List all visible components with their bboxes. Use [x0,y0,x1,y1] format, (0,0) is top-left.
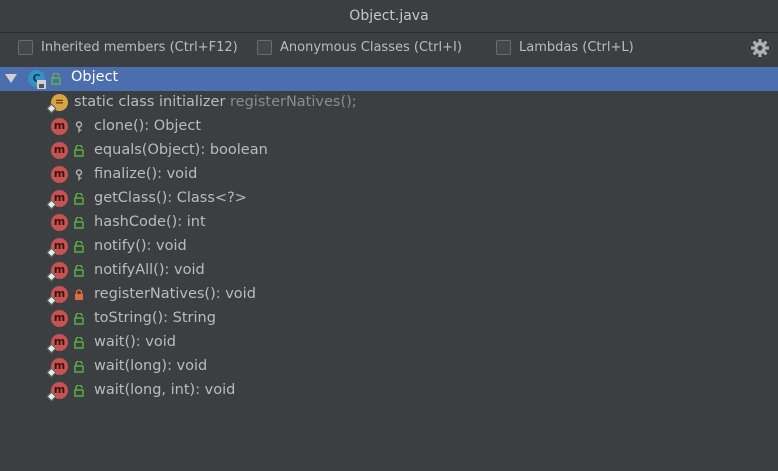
inherited-members-checkbox[interactable]: Inherited members (Ctrl+F12) [18,40,238,55]
tree-root-label: Object [71,69,119,85]
tree-item-method[interactable]: m notifyAll(): void [0,259,778,283]
tree-item-label: static class initializer registerNatives… [74,94,357,110]
public-lock-icon [74,265,84,277]
tree-item-method[interactable]: m wait(long, int): void [0,379,778,403]
anonymous-classes-checkbox[interactable]: Anonymous Classes (Ctrl+I) [257,40,462,55]
method-icon: m [51,310,68,327]
public-lock-icon [74,217,84,229]
method-label: hashCode(): int [94,214,206,230]
window-title: Object.java [349,8,429,24]
lambdas-label: Lambdas (Ctrl+L) [519,40,634,55]
tree-item-method[interactable]: m notify(): void [0,235,778,259]
tree-item-method[interactable]: m equals(Object): boolean [0,139,778,163]
filter-toolbar: Inherited members (Ctrl+F12) Anonymous C… [0,33,778,65]
public-lock-icon [74,241,84,253]
tree-root-object[interactable]: C Object [0,67,778,91]
tree-item-method[interactable]: m finalize(): void [0,163,778,187]
final-badge-icon [37,80,46,89]
tree-item-method[interactable]: m getClass(): Class<?> [0,187,778,211]
tree-item-method[interactable]: m toString(): String [0,307,778,331]
method-label: registerNatives(): void [94,286,256,302]
method-label: notify(): void [94,238,187,254]
checkbox-box[interactable] [496,40,511,55]
tree-item-static-initializer[interactable]: = static class initializer registerNativ… [0,91,778,115]
public-lock-icon [74,193,84,205]
chevron-down-icon[interactable] [5,74,17,83]
public-lock-icon [74,385,84,397]
gear-icon[interactable] [750,38,770,58]
public-lock-icon [74,313,84,325]
method-label: notifyAll(): void [94,262,205,278]
public-lock-icon [51,73,61,85]
tree-item-method[interactable]: m registerNatives(): void [0,283,778,307]
checkbox-box[interactable] [18,40,33,55]
inherited-members-label: Inherited members (Ctrl+F12) [41,40,238,55]
initializer-label: static class initializer [74,94,226,110]
initializer-detail: registerNatives(); [230,94,357,110]
anonymous-classes-label: Anonymous Classes (Ctrl+I) [280,40,462,55]
lambdas-checkbox[interactable]: Lambdas (Ctrl+L) [496,40,634,55]
checkbox-box[interactable] [257,40,272,55]
structure-tree[interactable]: C Object = static class initializer regi… [0,67,778,471]
public-lock-icon [74,145,84,157]
public-lock-icon [74,337,84,349]
tree-item-method[interactable]: m clone(): Object [0,115,778,139]
method-label: equals(Object): boolean [94,142,268,158]
method-label: clone(): Object [94,118,202,134]
method-icon: m [51,214,68,231]
method-label: getClass(): Class<?> [94,190,247,206]
window-title-bar: Object.java [0,0,778,33]
method-label: wait(): void [94,334,176,350]
method-label: wait(long, int): void [94,382,236,398]
public-lock-icon [74,361,84,373]
method-icon: m [51,166,68,183]
method-label: wait(long): void [94,358,208,374]
private-lock-icon [75,289,83,300]
tree-item-method[interactable]: m wait(): void [0,331,778,355]
method-icon: m [51,142,68,159]
method-icon: m [51,118,68,135]
method-label: toString(): String [94,310,216,326]
method-label: finalize(): void [94,166,198,182]
protected-key-icon [75,169,83,181]
protected-key-icon [75,121,83,133]
tree-item-method[interactable]: m wait(long): void [0,355,778,379]
tree-item-method[interactable]: m hashCode(): int [0,211,778,235]
